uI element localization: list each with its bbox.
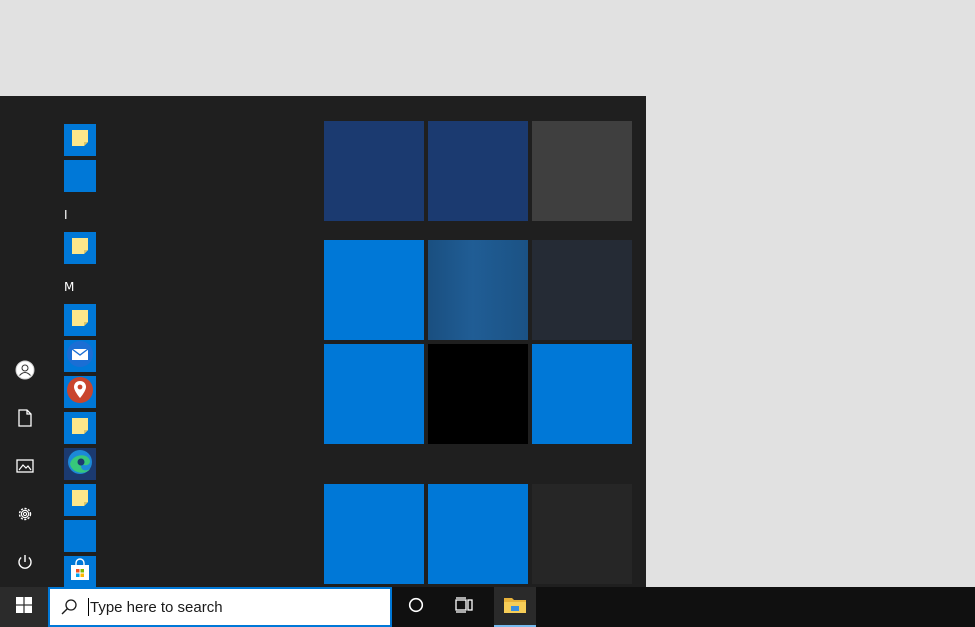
start-menu: I M (0, 96, 646, 587)
app-tile-store[interactable] (64, 556, 96, 587)
sticky-note-icon (71, 417, 89, 439)
pictures-button[interactable] (0, 442, 50, 490)
start-button[interactable] (0, 587, 48, 627)
user-icon (15, 360, 35, 380)
tile-8[interactable] (428, 344, 528, 444)
windows-logo-icon (16, 597, 32, 617)
app-tile-mail[interactable] (64, 340, 96, 372)
store-icon (68, 558, 92, 586)
edge-icon (66, 448, 94, 480)
sticky-note-icon (71, 489, 89, 511)
text-caret (88, 598, 89, 616)
task-view-icon (455, 597, 473, 617)
settings-button[interactable] (0, 490, 50, 538)
task-view-button[interactable] (440, 587, 488, 627)
mail-icon (66, 340, 94, 372)
search-placeholder: Type here to search (90, 598, 223, 616)
circle-icon (408, 597, 424, 617)
taskbar: Type here to search (0, 587, 975, 627)
start-left-rail (0, 96, 50, 587)
app-tile-sticky-notes[interactable] (64, 304, 96, 336)
tile-3[interactable] (532, 121, 632, 221)
tile-12[interactable] (532, 484, 632, 584)
sticky-note-icon (71, 237, 89, 259)
tile-10[interactable] (324, 484, 424, 584)
app-tile-blank[interactable] (64, 160, 96, 192)
account-button[interactable] (0, 346, 50, 394)
documents-button[interactable] (0, 394, 50, 442)
sticky-note-icon (71, 129, 89, 151)
tile-5[interactable] (428, 240, 528, 340)
app-tile-sticky-notes[interactable] (64, 484, 96, 516)
document-icon (17, 409, 33, 427)
pictures-icon (16, 458, 34, 474)
tile-2[interactable] (428, 121, 528, 221)
tile-11[interactable] (428, 484, 528, 584)
tile-1[interactable] (324, 121, 424, 221)
search-box[interactable]: Type here to search (48, 587, 392, 627)
app-list: I M (50, 96, 320, 587)
maps-icon (66, 376, 94, 408)
gear-icon (16, 505, 34, 523)
app-tile-sticky-notes[interactable] (64, 412, 96, 444)
letter-header-m[interactable]: M (64, 280, 74, 294)
letter-header-i[interactable]: I (64, 208, 68, 222)
sticky-note-icon (71, 309, 89, 331)
app-tile-maps[interactable] (64, 376, 96, 408)
cortana-button[interactable] (392, 587, 440, 627)
tile-9[interactable] (532, 344, 632, 444)
tile-7[interactable] (324, 344, 424, 444)
power-icon (16, 553, 34, 571)
file-explorer-button[interactable] (494, 587, 536, 627)
app-tile-blank[interactable] (64, 520, 96, 552)
app-tile-sticky-notes[interactable] (64, 232, 96, 264)
tile-4[interactable] (324, 240, 424, 340)
app-tile-edge[interactable] (64, 448, 96, 480)
app-tile-sticky-notes[interactable] (64, 124, 96, 156)
tile-6[interactable] (532, 240, 632, 340)
power-button[interactable] (0, 538, 50, 586)
search-icon (50, 598, 88, 616)
folder-icon (503, 595, 527, 619)
